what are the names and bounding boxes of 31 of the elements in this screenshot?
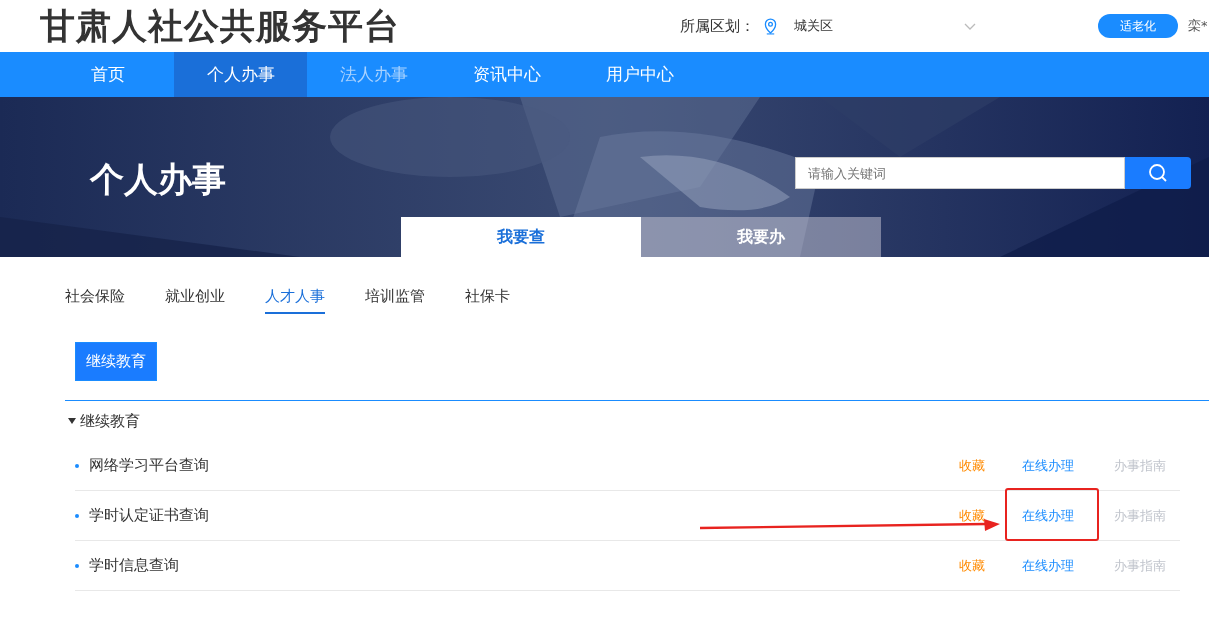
mode-tab[interactable]: 我要查 xyxy=(401,217,641,257)
nav-tab[interactable]: 个人办事 xyxy=(174,52,307,97)
category-tab[interactable]: 培训监管 xyxy=(365,287,425,314)
service-name: 网络学习平台查询 xyxy=(89,456,209,475)
category-tab[interactable]: 人才人事 xyxy=(265,287,325,314)
guide-link[interactable]: 办事指南 xyxy=(1114,556,1170,575)
favorite-link[interactable]: 收藏 xyxy=(959,456,985,475)
service-name: 学时信息查询 xyxy=(89,556,179,575)
user-name[interactable]: 栾* xyxy=(1188,17,1208,35)
guide-link[interactable]: 办事指南 xyxy=(1114,456,1170,475)
search-field[interactable]: 请输入关键词 xyxy=(795,157,1125,189)
nav-tab[interactable]: 用户中心 xyxy=(573,52,706,97)
nav-tab[interactable]: 首页 xyxy=(41,52,174,97)
mode-tab[interactable]: 我要办 xyxy=(641,217,881,257)
group-title[interactable]: 继续教育 xyxy=(80,411,140,431)
subcategory-button[interactable]: 继续教育 xyxy=(75,342,157,381)
category-tab[interactable]: 社会保险 xyxy=(65,287,125,314)
page-title: 个人办事 xyxy=(90,158,227,201)
online-link[interactable]: 在线办理 xyxy=(1022,456,1114,475)
category-tab[interactable]: 就业创业 xyxy=(165,287,225,314)
site-title: 甘肃人社公共服务平台 xyxy=(40,4,401,48)
guide-link[interactable]: 办事指南 xyxy=(1114,506,1170,525)
favorite-link[interactable]: 收藏 xyxy=(959,506,985,525)
elder-mode-button[interactable]: 适老化 xyxy=(1098,14,1178,38)
category-tab[interactable]: 社保卡 xyxy=(465,287,510,314)
service-name: 学时认定证书查询 xyxy=(89,506,209,525)
online-link[interactable]: 在线办理 xyxy=(1022,506,1114,525)
favorite-link[interactable]: 收藏 xyxy=(959,556,985,575)
online-link[interactable]: 在线办理 xyxy=(1022,556,1114,575)
nav-tab[interactable]: 资讯中心 xyxy=(440,52,573,97)
region-label: 所属区划： xyxy=(680,16,755,36)
